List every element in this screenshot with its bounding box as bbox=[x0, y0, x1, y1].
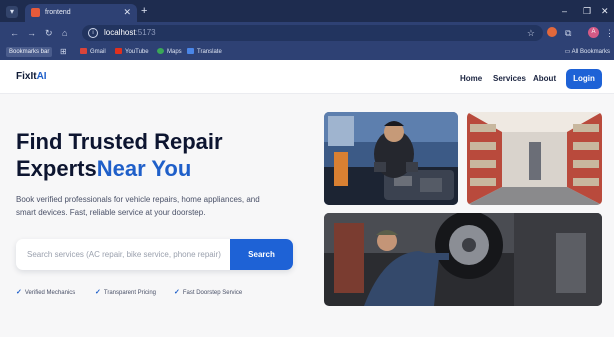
folder-icon: ▭ bbox=[564, 49, 572, 55]
logo-main: FixIt bbox=[16, 71, 37, 82]
mechanic-engine-photo bbox=[324, 112, 458, 205]
forward-icon[interactable]: → bbox=[27, 27, 36, 39]
site-info-icon[interactable]: i bbox=[88, 28, 98, 38]
search-input[interactable] bbox=[16, 239, 230, 270]
bookmark-label: Maps bbox=[167, 49, 182, 55]
gmail-icon bbox=[80, 48, 87, 54]
tab-close-icon[interactable]: ✕ bbox=[123, 7, 131, 18]
feature-label: Fast Doorstep Service bbox=[182, 290, 243, 296]
tyre-mechanic-image bbox=[324, 213, 602, 306]
feature-label: Transparent Pricing bbox=[103, 290, 157, 296]
hero-description: Book verified professionals for vehicle … bbox=[16, 195, 260, 217]
check-icon: ✓ bbox=[16, 289, 22, 296]
bookmark-label: YouTube bbox=[125, 49, 149, 55]
minimize-icon[interactable]: – bbox=[562, 5, 567, 17]
service-search: Search bbox=[16, 239, 293, 270]
apps-grid-icon[interactable]: ⊞ bbox=[60, 47, 67, 57]
home-icon[interactable]: ⌂ bbox=[62, 27, 67, 39]
bookmark-translate[interactable]: Translate bbox=[187, 47, 222, 57]
youtube-icon bbox=[115, 48, 122, 54]
bookmark-label: Gmail bbox=[90, 49, 106, 55]
check-icon: ✓ bbox=[95, 289, 101, 296]
tyre-mechanic-photo bbox=[324, 213, 602, 306]
nav-services[interactable]: Services bbox=[493, 74, 526, 84]
reload-icon[interactable]: ↻ bbox=[45, 27, 53, 39]
feature-label: Verified Mechanics bbox=[24, 290, 76, 296]
bookmark-maps[interactable]: Maps bbox=[157, 47, 182, 57]
bookmarks-bar-button[interactable]: Bookmarks bar bbox=[6, 47, 53, 57]
feature-doorstep: ✓ Fast Doorstep Service bbox=[174, 288, 242, 298]
maps-icon bbox=[157, 48, 164, 54]
browser-titlebar: ▾ frontend ✕ + – ❐ ✕ bbox=[0, 0, 614, 22]
tab-search-icon[interactable]: ▾ bbox=[6, 6, 18, 18]
menu-icon[interactable]: ⋮ bbox=[605, 27, 614, 39]
feature-pricing: ✓ Transparent Pricing bbox=[95, 288, 156, 298]
bookmark-youtube[interactable]: YouTube bbox=[115, 47, 149, 57]
logo-accent: AI bbox=[36, 71, 47, 82]
hero-title-line1: Find Trusted Repair bbox=[16, 129, 223, 154]
close-window-icon[interactable]: ✕ bbox=[601, 5, 609, 17]
hero-title-line2: ExpertsNear You bbox=[16, 155, 316, 182]
bookmark-gmail[interactable]: Gmail bbox=[80, 47, 106, 57]
warehouse-image bbox=[467, 112, 602, 205]
restore-icon[interactable]: ❐ bbox=[583, 5, 591, 17]
login-button[interactable]: Login bbox=[566, 69, 602, 89]
search-button[interactable]: Search bbox=[230, 239, 293, 270]
check-icon: ✓ bbox=[174, 289, 180, 296]
bookmarks-bar: Bookmarks bar ⊞ Gmail YouTube Maps Trans… bbox=[0, 44, 614, 60]
tab-title: frontend bbox=[45, 9, 71, 16]
hero-title-accent: Near You bbox=[96, 156, 192, 181]
url-host: localhost bbox=[104, 28, 136, 37]
hero-title: Find Trusted Repair ExpertsNear You bbox=[16, 128, 316, 182]
translate-icon bbox=[187, 48, 194, 54]
browser-tab[interactable]: frontend ✕ bbox=[25, 4, 137, 22]
bookmark-star-icon[interactable]: ☆ bbox=[527, 27, 535, 39]
nav-about[interactable]: About bbox=[533, 74, 556, 84]
site-header: FixItAI Home Services About Login bbox=[0, 60, 614, 94]
browser-toolbar: ← → ↻ ⌂ i localhost:5173 ☆ ⧉ A ⋮ bbox=[0, 22, 614, 44]
url-text: localhost:5173 bbox=[104, 28, 156, 38]
bookmark-label: Translate bbox=[197, 49, 222, 55]
profile-avatar[interactable]: A bbox=[588, 27, 599, 38]
favicon-icon bbox=[31, 8, 40, 17]
url-port: :5173 bbox=[135, 28, 156, 37]
hero-title-experts: Experts bbox=[16, 156, 97, 181]
nav-home[interactable]: Home bbox=[460, 74, 482, 84]
all-bookmarks[interactable]: ▭ All Bookmarks bbox=[565, 47, 610, 57]
new-tab-icon[interactable]: + bbox=[141, 5, 147, 17]
back-icon[interactable]: ← bbox=[10, 27, 19, 39]
page-viewport: FixItAI Home Services About Login Find T… bbox=[0, 60, 614, 337]
feature-verified: ✓ Verified Mechanics bbox=[16, 288, 75, 298]
mechanic-engine-image bbox=[324, 112, 458, 205]
extension-icon[interactable] bbox=[547, 27, 557, 37]
all-bookmarks-label: All Bookmarks bbox=[571, 49, 610, 55]
extensions-puzzle-icon[interactable]: ⧉ bbox=[565, 27, 571, 39]
warehouse-photo bbox=[467, 112, 602, 205]
address-bar[interactable]: i localhost:5173 ☆ bbox=[82, 25, 543, 41]
site-logo[interactable]: FixItAI bbox=[16, 71, 47, 83]
